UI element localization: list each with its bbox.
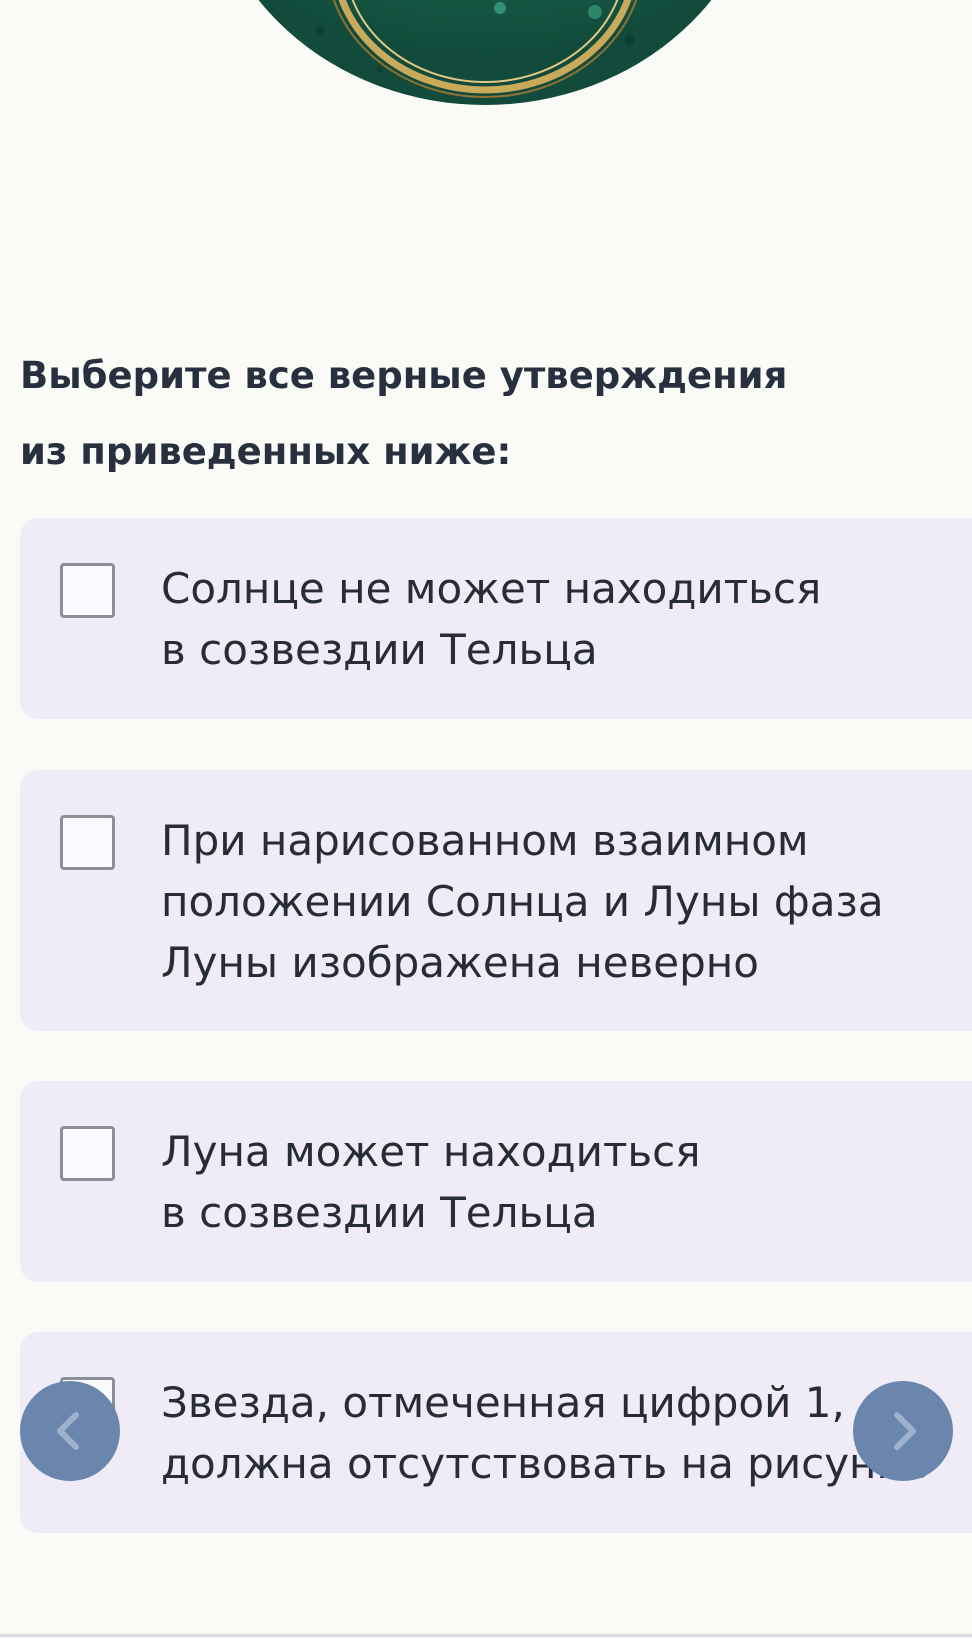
answer-option-line: Луны изображена неверно [161, 938, 759, 987]
answer-option-line: При нарисованном взаимном [161, 816, 809, 865]
question-line: Выберите все верные утверждения [20, 354, 788, 397]
answer-option-line: в созвездии Тельца [161, 625, 598, 674]
answer-option-line: Луна может находиться [161, 1127, 701, 1176]
chevron-left-icon [57, 1412, 79, 1450]
answer-option-line: Солнце не может находиться [161, 564, 822, 613]
checkbox[interactable] [60, 563, 115, 618]
answer-option-label: Луна может находиться в созвездии Тельца [161, 1121, 972, 1243]
answer-option-label: При нарисованном взаимном положении Солн… [161, 810, 972, 993]
answer-option-label: Звезда, отмеченная цифрой 1, должна отсу… [161, 1372, 972, 1494]
answer-option-line: в созвездии Тельца [161, 1188, 598, 1237]
checkbox[interactable] [60, 1126, 115, 1181]
chevron-right-icon [894, 1412, 916, 1450]
answer-option-1[interactable]: Солнце не может находиться в созвездии Т… [20, 518, 972, 719]
answer-option-line: Звезда, отмеченная цифрой 1, [161, 1378, 845, 1427]
answer-option-line: должна отсутствовать на рисунке [161, 1439, 928, 1488]
answer-option-line: положении Солнца и Луны фаза [161, 877, 884, 926]
answer-option-2[interactable]: При нарисованном взаимном положении Солн… [20, 770, 972, 1031]
artifact-image [200, 0, 780, 125]
answer-option-4[interactable]: Звезда, отмеченная цифрой 1, должна отсу… [20, 1332, 972, 1533]
divider [0, 1634, 972, 1637]
answer-option-label: Солнце не может находиться в созвездии Т… [161, 558, 972, 680]
question-text: Выберите все верные утверждения из приве… [20, 338, 920, 490]
next-button[interactable] [853, 1381, 953, 1481]
bronze-disk-picture [258, 0, 712, 105]
question-line: из приведенных ниже: [20, 430, 512, 473]
prev-button[interactable] [20, 1381, 120, 1481]
checkbox[interactable] [60, 815, 115, 870]
answer-option-3[interactable]: Луна может находиться в созвездии Тельца [20, 1081, 972, 1282]
